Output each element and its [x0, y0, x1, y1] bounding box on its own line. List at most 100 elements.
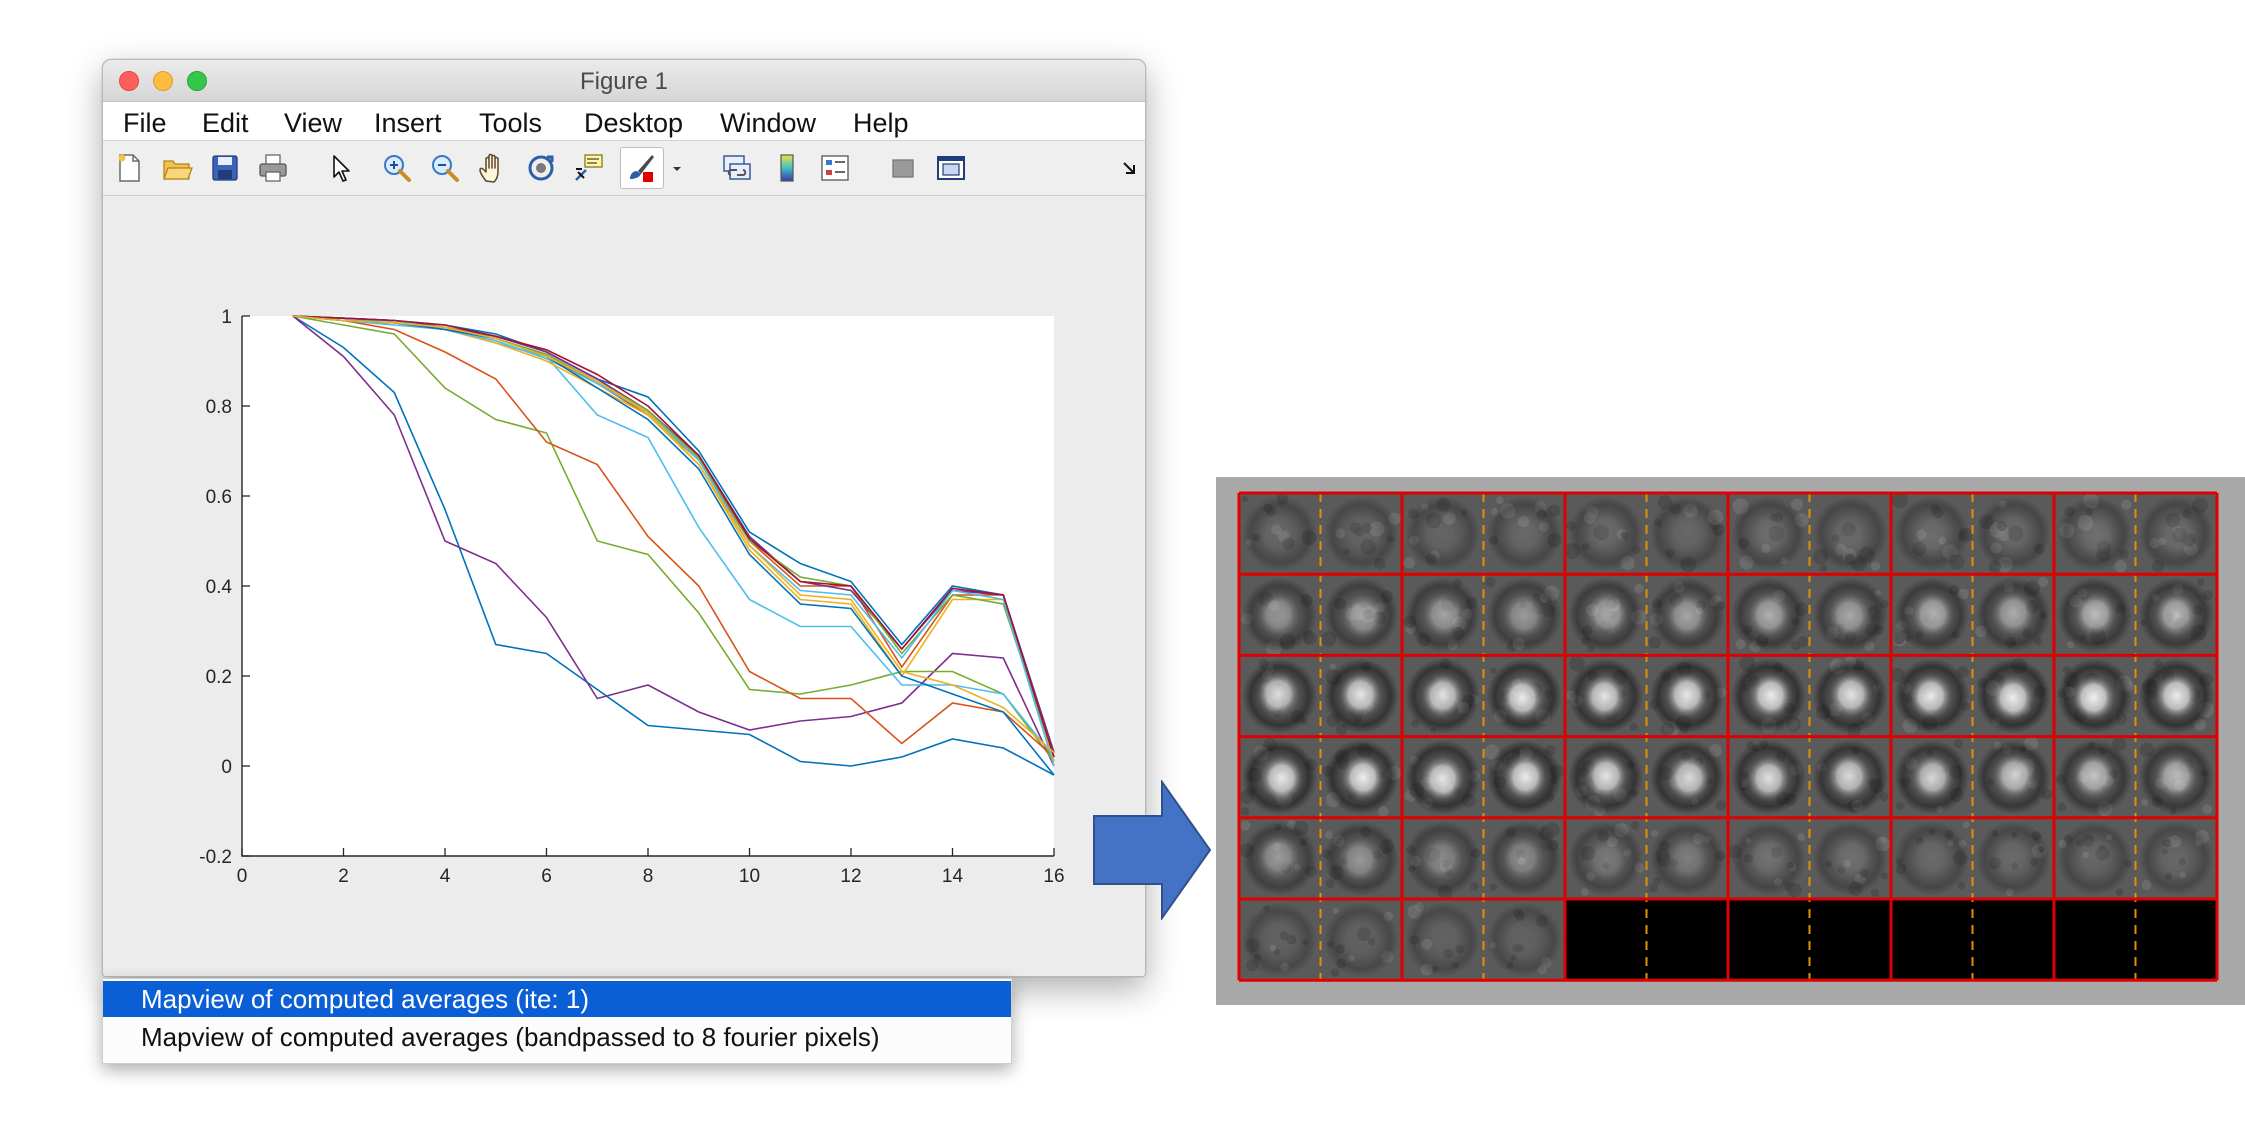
menu-desktop[interactable]: Desktop — [584, 108, 683, 139]
class-average-tile[interactable] — [1646, 574, 1729, 656]
brush-icon[interactable] — [625, 152, 657, 184]
zoom-in-icon[interactable] — [381, 152, 413, 184]
class-average-tile[interactable] — [1483, 655, 1566, 737]
class-average-tile[interactable] — [1972, 655, 2055, 737]
class-average-tile[interactable] — [2135, 493, 2218, 575]
menu-file[interactable]: File — [123, 108, 167, 139]
class-average-tile[interactable] — [1564, 493, 1647, 575]
class-average-tile[interactable] — [1239, 655, 1321, 737]
x-tick-label: 14 — [942, 866, 964, 887]
empty-tile — [1728, 899, 1810, 981]
class-average-tile[interactable] — [1891, 574, 1973, 656]
pan-hand-icon[interactable] — [477, 152, 509, 184]
class-average-tile[interactable] — [1891, 736, 1973, 818]
class-average-tile[interactable] — [1646, 736, 1729, 818]
class-average-tile[interactable] — [1890, 655, 1973, 737]
menu-insert[interactable]: Insert — [374, 108, 442, 139]
class-average-tile[interactable] — [2054, 736, 2136, 818]
option-mapview-averages[interactable]: Mapview of computed averages (ite: 1) — [103, 981, 1011, 1017]
link-plot-icon[interactable] — [721, 152, 753, 184]
class-average-tile[interactable] — [1565, 736, 1647, 818]
class-average-tile[interactable] — [1891, 817, 1973, 899]
class-average-tile[interactable] — [1239, 574, 1321, 657]
class-average-tile[interactable] — [2054, 655, 2136, 737]
x-tick-label: 6 — [541, 866, 552, 887]
menu-edit[interactable]: Edit — [202, 108, 249, 139]
data-cursor-icon[interactable] — [573, 152, 605, 184]
class-average-tile[interactable] — [1728, 655, 1810, 737]
class-average-tile[interactable] — [1483, 574, 1566, 656]
class-average-tile[interactable] — [1565, 655, 1647, 737]
class-average-tile[interactable] — [1402, 817, 1484, 900]
class-average-tile[interactable] — [1483, 899, 1566, 981]
class-average-tile[interactable] — [1565, 817, 1647, 899]
class-average-tile[interactable] — [1728, 736, 1810, 818]
legend-icon[interactable] — [819, 152, 851, 184]
class-average-tile[interactable] — [2135, 655, 2218, 737]
class-average-tile[interactable] — [1565, 574, 1647, 656]
class-average-tile[interactable] — [1239, 493, 1321, 575]
class-average-tile[interactable] — [1320, 574, 1403, 656]
class-average-tile[interactable] — [1402, 899, 1484, 981]
class-average-tile[interactable] — [2054, 492, 2136, 575]
title-bar[interactable]: Figure 1 — [103, 60, 1145, 102]
class-average-tile[interactable] — [1809, 493, 1892, 575]
class-average-tile[interactable] — [1972, 817, 2055, 899]
class-average-tile[interactable] — [1809, 817, 1892, 899]
menu-help[interactable]: Help — [853, 108, 909, 139]
dock-icon[interactable] — [1119, 152, 1141, 184]
class-average-tile[interactable] — [1809, 655, 1892, 738]
option-mapview-bandpassed[interactable]: Mapview of computed averages (bandpassed… — [103, 1019, 1011, 1055]
open-file-icon[interactable] — [161, 152, 193, 184]
class-average-tile[interactable] — [1483, 736, 1566, 818]
save-icon[interactable] — [209, 152, 241, 184]
class-average-tile[interactable] — [1891, 492, 1973, 575]
class-average-tile[interactable] — [1972, 736, 2055, 818]
class-average-tile[interactable] — [1809, 574, 1892, 656]
new-figure-icon[interactable] — [113, 152, 145, 184]
class-average-tile[interactable] — [1972, 574, 2055, 656]
class-average-tile[interactable] — [1239, 899, 1321, 981]
rotate-3d-icon[interactable] — [525, 152, 557, 184]
class-average-tile[interactable] — [1972, 493, 2055, 575]
class-average-tile[interactable] — [1646, 817, 1729, 899]
class-average-tile[interactable] — [1483, 817, 1566, 899]
class-average-tile[interactable] — [1646, 655, 1729, 737]
class-average-tile[interactable] — [1320, 493, 1403, 575]
edit-plot-arrow-icon[interactable] — [325, 152, 357, 184]
hide-plot-tools-icon[interactable] — [887, 152, 919, 184]
class-average-tile[interactable] — [1646, 493, 1729, 575]
y-tick-label: 1 — [221, 307, 232, 328]
brush-dropdown-icon[interactable] — [669, 152, 685, 184]
print-icon[interactable] — [257, 152, 289, 184]
line-chart[interactable]: 0 2 4 6 8 10 12 14 16-0.200.20.40.60.81 — [103, 196, 1145, 976]
class-average-tile[interactable] — [1728, 493, 1810, 575]
class-average-tile[interactable] — [1320, 817, 1403, 899]
class-average-tile[interactable] — [2054, 817, 2136, 899]
menu-view[interactable]: View — [284, 108, 342, 139]
class-average-tile[interactable] — [2054, 574, 2136, 656]
class-average-tile[interactable] — [2135, 817, 2218, 899]
class-average-tile[interactable] — [1727, 817, 1810, 899]
class-average-tile[interactable] — [1320, 899, 1403, 981]
mapview-grid[interactable] — [1216, 477, 2245, 1005]
class-average-tile[interactable] — [1483, 493, 1566, 575]
class-average-tile[interactable] — [1320, 736, 1403, 818]
class-average-tile[interactable] — [1728, 574, 1810, 656]
class-average-tile[interactable] — [1809, 736, 1892, 818]
class-average-tile[interactable] — [1402, 493, 1484, 575]
x-tick-label: 16 — [1043, 866, 1064, 887]
class-average-tile[interactable] — [1402, 736, 1484, 818]
menu-tools[interactable]: Tools — [479, 108, 542, 139]
class-average-tile[interactable] — [1320, 655, 1403, 737]
colorbar-icon[interactable] — [771, 152, 803, 184]
class-average-tile[interactable] — [2135, 736, 2218, 818]
class-average-tile[interactable] — [1239, 736, 1321, 818]
class-average-tile[interactable] — [1239, 817, 1321, 899]
class-average-tile[interactable] — [2135, 574, 2218, 656]
class-average-tile[interactable] — [1402, 655, 1484, 737]
zoom-out-icon[interactable] — [429, 152, 461, 184]
show-plot-tools-icon[interactable] — [935, 152, 967, 184]
class-average-tile[interactable] — [1402, 574, 1484, 656]
menu-window[interactable]: Window — [720, 108, 816, 139]
